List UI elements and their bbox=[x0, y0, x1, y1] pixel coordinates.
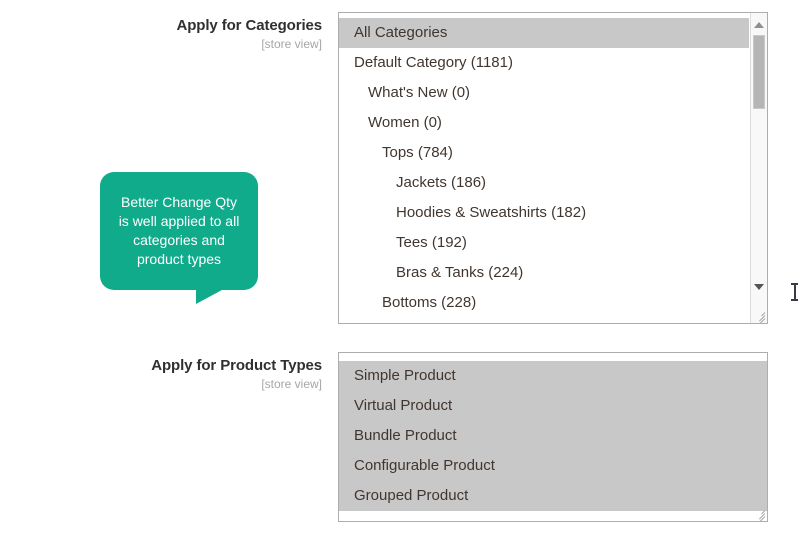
scrollbar-thumb[interactable] bbox=[753, 35, 765, 109]
list-option[interactable]: Configurable Product bbox=[339, 451, 767, 481]
apply-for-product-types-scope: [store view] bbox=[261, 377, 322, 391]
apply-for-categories-label-group: Apply for Categories [store view] bbox=[0, 16, 322, 52]
list-option[interactable]: Simple Product bbox=[339, 361, 767, 391]
list-option[interactable]: Default Category (1181) bbox=[339, 48, 749, 78]
callout-bubble: Better Change Qty is well applied to all… bbox=[100, 172, 258, 304]
product-types-multiselect[interactable]: Simple Product Virtual Product Bundle Prod… bbox=[338, 352, 768, 522]
scroll-down-arrow-icon[interactable] bbox=[751, 278, 767, 295]
list-option[interactable]: Virtual Product bbox=[339, 391, 767, 421]
scroll-up-arrow-icon[interactable] bbox=[751, 16, 767, 33]
list-option[interactable]: Bottoms (228) bbox=[339, 288, 749, 318]
list-option[interactable]: All Categories bbox=[339, 18, 749, 48]
text-ibeam-cursor-icon bbox=[791, 283, 798, 301]
callout-text: Better Change Qty is well applied to all… bbox=[118, 194, 240, 267]
apply-for-categories-label: Apply for Categories bbox=[176, 17, 322, 34]
list-option[interactable]: Tops (784) bbox=[339, 138, 749, 168]
categories-multiselect[interactable]: All Categories Default Category (1181) Wha… bbox=[338, 12, 768, 324]
list-option[interactable]: Jackets (186) bbox=[339, 168, 749, 198]
apply-for-product-types-label: Apply for Product Types bbox=[151, 357, 322, 374]
apply-for-categories-scope: [store view] bbox=[261, 37, 322, 51]
list-option[interactable]: Women (0) bbox=[339, 108, 749, 138]
callout-tail bbox=[196, 284, 233, 304]
product-types-option-list[interactable]: Simple Product Virtual Product Bundle Prod… bbox=[339, 353, 767, 521]
list-option[interactable]: Grouped Product bbox=[339, 481, 767, 511]
resize-handle-icon[interactable] bbox=[752, 308, 766, 323]
list-option[interactable]: What's New (0) bbox=[339, 78, 749, 108]
categories-option-list[interactable]: All Categories Default Category (1181) Wha… bbox=[339, 13, 749, 323]
list-option[interactable]: Bundle Product bbox=[339, 421, 767, 451]
categories-scrollbar[interactable] bbox=[750, 13, 767, 323]
apply-for-product-types-label-group: Apply for Product Types [store view] bbox=[0, 356, 322, 392]
list-option[interactable]: Hoodies & Sweatshirts (182) bbox=[339, 198, 749, 228]
list-option[interactable]: Bras & Tanks (224) bbox=[339, 258, 749, 288]
list-option[interactable]: Tees (192) bbox=[339, 228, 749, 258]
resize-handle-icon[interactable] bbox=[752, 506, 766, 521]
